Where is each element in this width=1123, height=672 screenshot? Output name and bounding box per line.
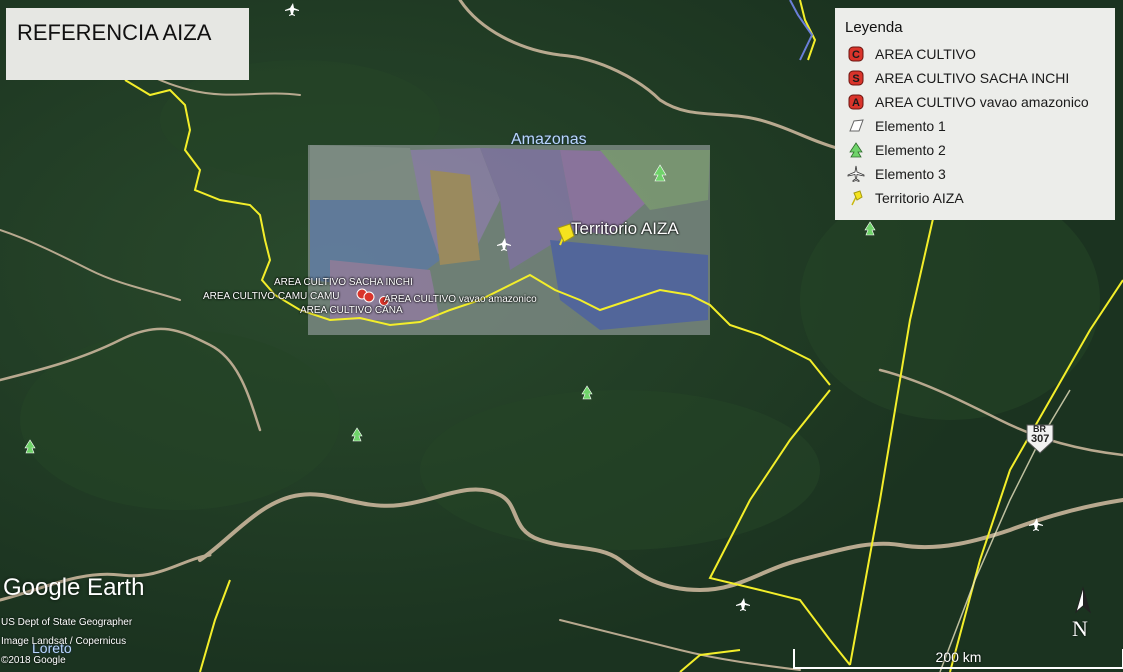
credit-copyright: ©2018 Google [1, 655, 66, 666]
legend-item-label: AREA CULTIVO vavao amazonico [875, 94, 1089, 110]
airport-icon [847, 165, 865, 183]
north-arrow-icon [1075, 586, 1091, 614]
title-box: REFERENCIA AIZA [6, 8, 249, 80]
legend-item-elemento-1[interactable]: Elemento 1 [847, 116, 946, 136]
north-label: N [1072, 616, 1088, 641]
north-arrow[interactable]: N [1068, 586, 1098, 646]
legend-item-label: Elemento 2 [875, 142, 946, 158]
legend-item-elemento-3[interactable]: Elemento 3 [847, 164, 946, 184]
yellow-pushpin-icon [851, 190, 863, 206]
page-title: REFERENCIA AIZA [17, 20, 212, 45]
placemark-label-vavao[interactable]: AREA CULTIVO vavao amazonico [384, 294, 537, 305]
legend-item-label: AREA CULTIVO [875, 46, 976, 62]
scale-label: 200 km [935, 649, 982, 665]
placemark-label-sacha-inchi[interactable]: AREA CULTIVO SACHA INCHI [274, 277, 413, 288]
legend-item-label: Territorio AIZA [875, 190, 964, 206]
legend-panel: Leyenda C AREA CULTIVO S AREA CULTIVO SA… [835, 8, 1115, 220]
region-label-amazonas: Amazonas [511, 131, 587, 148]
legend-item-label: Elemento 3 [875, 166, 946, 182]
legend-item-vavao[interactable]: A AREA CULTIVO vavao amazonico [847, 92, 1089, 112]
scale-bar: 200 km [793, 649, 1123, 669]
polygon-shape-icon [849, 119, 864, 132]
territory-label[interactable]: Territorio AIZA [571, 219, 679, 239]
placemark-label-camu-camu[interactable]: AREA CULTIVO CAMU CAMU [203, 291, 340, 302]
red-a-marker-icon: A [848, 94, 864, 110]
road-shield-bottom: 307 [1031, 433, 1050, 445]
credit-imagery: Image Landsat / Copernicus [1, 636, 127, 647]
legend-item-label: Elemento 1 [875, 118, 946, 134]
placemark-label-cana[interactable]: AREA CULTIVO CANA [300, 305, 403, 316]
legend-item-label: AREA CULTIVO SACHA INCHI [875, 70, 1070, 86]
legend-item-territorio[interactable]: Territorio AIZA [847, 188, 964, 208]
red-s-marker-icon: S [848, 70, 864, 86]
credit-geographer: US Dept of State Geographer [1, 617, 133, 628]
legend-title: Leyenda [845, 19, 903, 36]
legend-item-elemento-2[interactable]: Elemento 2 [847, 140, 946, 160]
legend-item-area-cultivo[interactable]: C AREA CULTIVO [847, 44, 976, 64]
badge-letter: S [852, 73, 859, 85]
badge-letter: C [852, 49, 860, 61]
red-c-marker-icon[interactable] [363, 291, 375, 303]
legend-item-sacha-inchi[interactable]: S AREA CULTIVO SACHA INCHI [847, 68, 1069, 88]
red-c-marker-icon: C [848, 46, 864, 62]
badge-letter: A [852, 97, 860, 109]
tree-icon [849, 142, 863, 158]
google-earth-logo: Google Earth [3, 574, 145, 601]
